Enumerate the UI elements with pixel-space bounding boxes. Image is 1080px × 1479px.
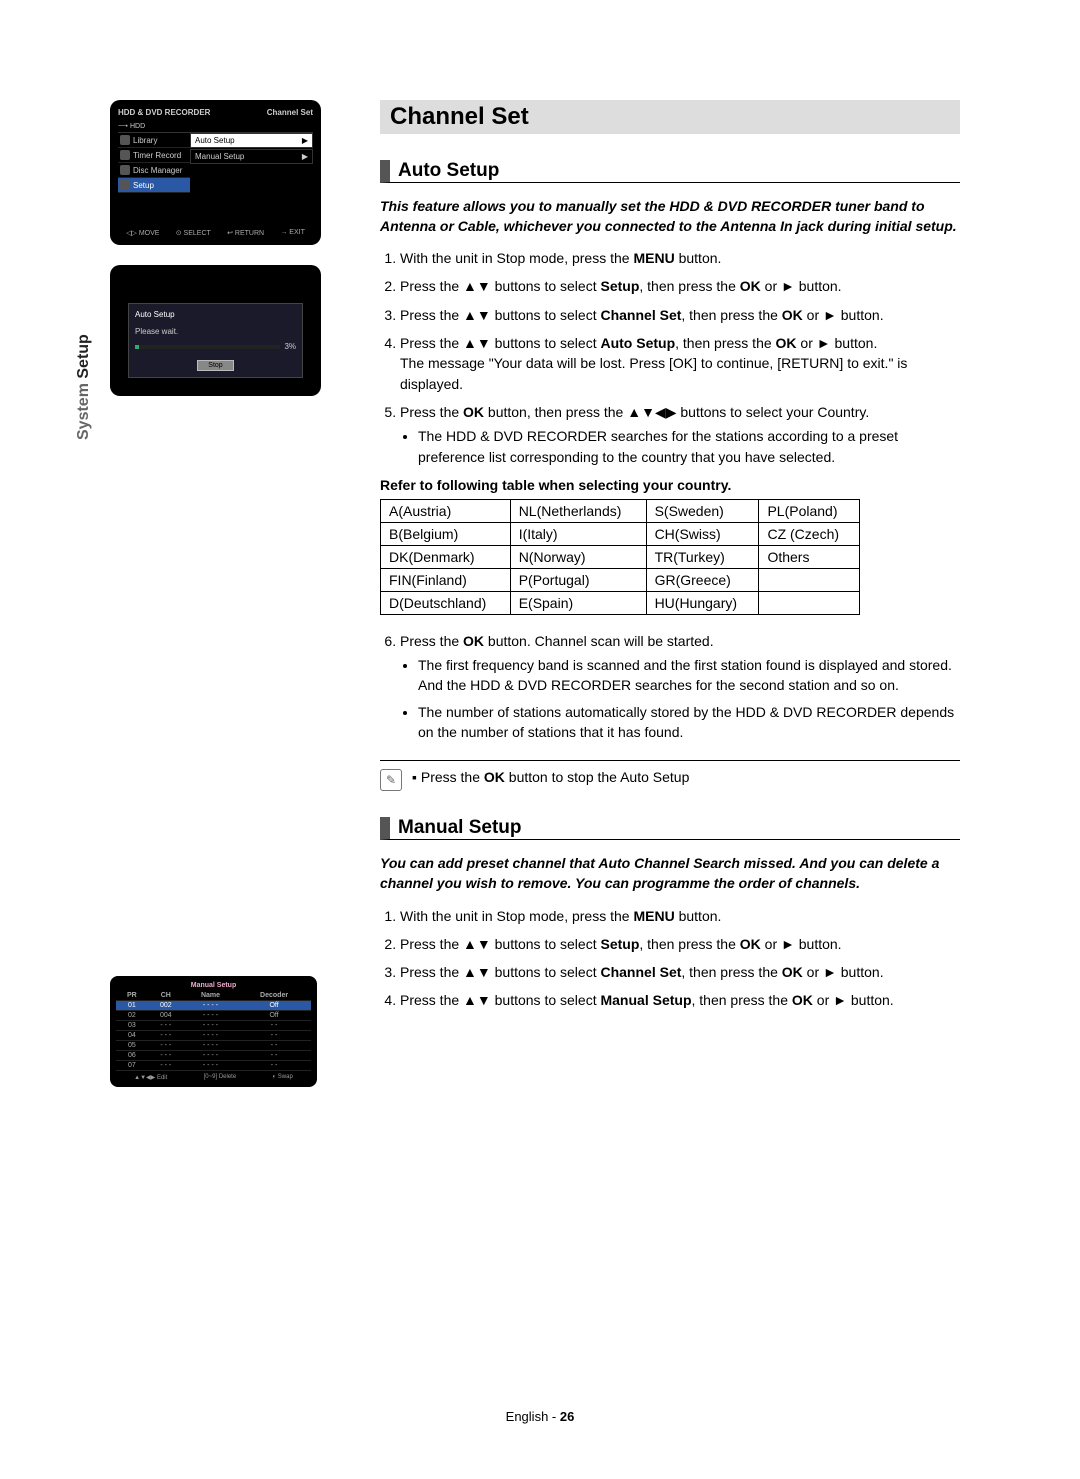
table-row: 02004- - - -Off xyxy=(116,1011,311,1021)
mstep-4: Press the ▲▼ buttons to select Manual Se… xyxy=(400,990,960,1010)
step-4: Press the ▲▼ buttons to select Auto Setu… xyxy=(400,333,960,394)
auto-setup-heading: Auto Setup xyxy=(380,160,960,183)
osd-channel-set: HDD & DVD RECORDER Channel Set ⟶ HDD Lib… xyxy=(110,100,321,245)
osd-title-left: HDD & DVD RECORDER xyxy=(118,108,210,117)
osd-auto-progress: Auto Setup Please wait. 3% Stop xyxy=(110,265,321,396)
auto-setup-intro: This feature allows you to manually set … xyxy=(380,197,960,236)
side-tab-dark: Setup xyxy=(75,334,92,378)
osd-sub-manual: Manual Setup▶ xyxy=(190,149,313,164)
mstep-2: Press the ▲▼ buttons to select Setup, th… xyxy=(400,934,960,954)
step-5: Press the OK button, then press the ▲▼◀▶… xyxy=(400,402,960,467)
side-tab: System Setup xyxy=(75,334,93,440)
table-row: 06- - -- - - -- - xyxy=(116,1051,311,1061)
table-row: 03- - -- - - -- - xyxy=(116,1021,311,1031)
table-row: 01002- - - -Off xyxy=(116,1001,311,1011)
osd-hdd-indicator: ⟶ HDD xyxy=(118,120,313,132)
osd2-title: Auto Setup xyxy=(135,310,296,319)
step-6: Press the OK button. Channel scan will b… xyxy=(400,631,960,742)
osd3-title: Manual Setup xyxy=(116,982,311,989)
osd2-progress-fill xyxy=(135,345,139,349)
table-row: 05- - -- - - -- - xyxy=(116,1041,311,1051)
auto-steps: With the unit in Stop mode, press the ME… xyxy=(380,248,960,467)
table-row: 07- - -- - - -- - xyxy=(116,1061,311,1071)
osd2-stop-button: Stop xyxy=(197,360,233,371)
table-row: 04- - -- - - -- - xyxy=(116,1031,311,1041)
manual-setup-heading: Manual Setup xyxy=(380,817,960,840)
osd-menu-library: Library xyxy=(118,133,190,148)
osd-sub-auto: Auto Setup▶ xyxy=(190,133,313,148)
side-tab-light: System xyxy=(75,379,92,440)
page-footer: English - 26 xyxy=(0,1409,1080,1424)
osd-title-right: Channel Set xyxy=(267,108,313,117)
osd2-msg: Please wait. xyxy=(135,327,296,336)
osd-menu-setup: Setup xyxy=(118,178,190,193)
auto-steps-cont: Press the OK button. Channel scan will b… xyxy=(380,631,960,742)
note-icon: ✎ xyxy=(380,769,402,791)
manual-steps: With the unit in Stop mode, press the ME… xyxy=(380,906,960,1011)
country-table: A(Austria)NL(Netherlands)S(Sweden)PL(Pol… xyxy=(380,499,860,615)
country-table-note: Refer to following table when selecting … xyxy=(380,477,960,493)
mstep-3: Press the ▲▼ buttons to select Channel S… xyxy=(400,962,960,982)
step-3: Press the ▲▼ buttons to select Channel S… xyxy=(400,305,960,325)
osd-menu-disc: Disc Manager xyxy=(118,163,190,178)
step-1: With the unit in Stop mode, press the ME… xyxy=(400,248,960,268)
step-2: Press the ▲▼ buttons to select Setup, th… xyxy=(400,276,960,296)
osd-footer-hints: ◁▷ MOVE⊙ SELECT↩ RETURN→ EXIT xyxy=(118,223,313,237)
note-box: ✎ ▪ Press the OK button to stop the Auto… xyxy=(380,760,960,791)
osd2-percent: 3% xyxy=(284,342,296,351)
section-band: Channel Set xyxy=(380,100,960,134)
manual-setup-intro: You can add preset channel that Auto Cha… xyxy=(380,854,960,893)
osd-menu-timer: Timer Record xyxy=(118,148,190,163)
mstep-1: With the unit in Stop mode, press the ME… xyxy=(400,906,960,926)
osd-manual-table: Manual Setup PR CH Name Decoder 01002- -… xyxy=(110,976,317,1087)
